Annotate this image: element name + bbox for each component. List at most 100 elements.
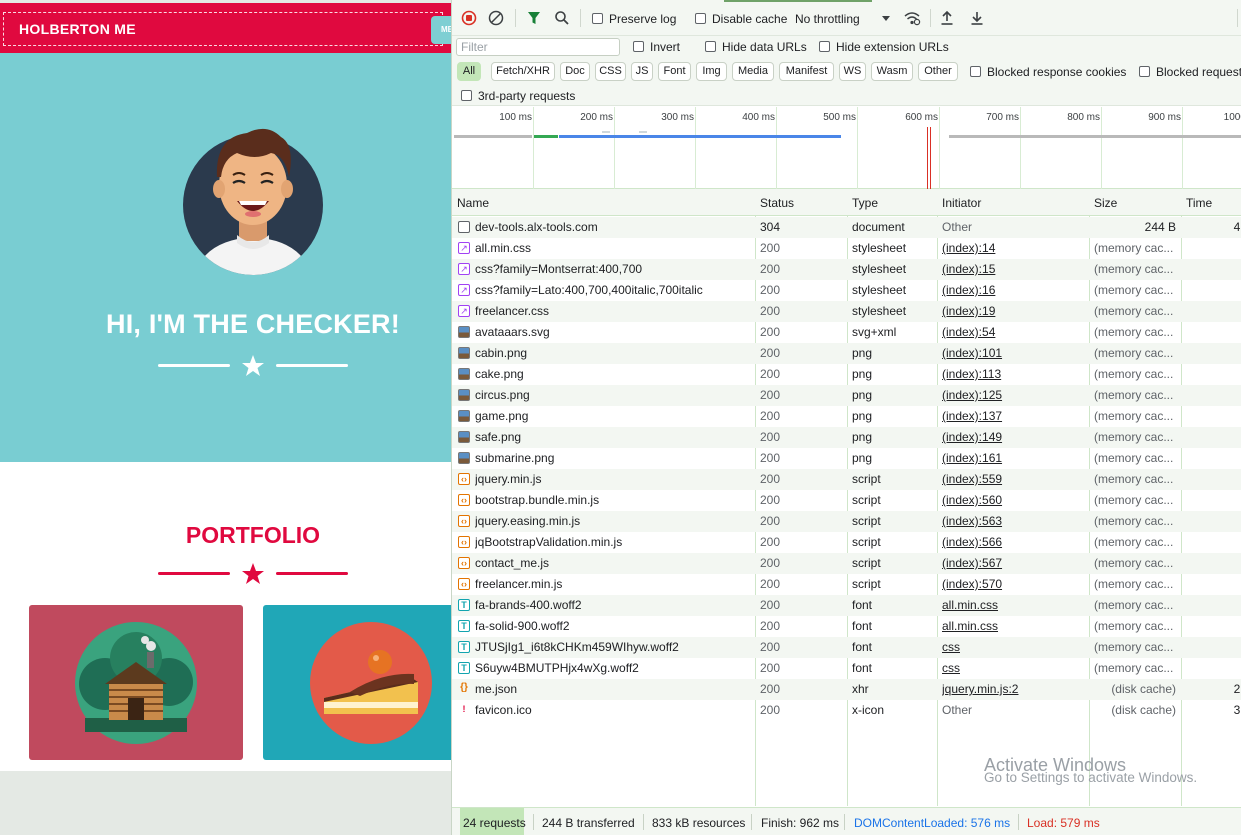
request-initiator[interactable]: (index):14 xyxy=(942,241,1088,255)
table-row[interactable]: T S6uyw4BMUTPHjx4wXg.woff2 200 font css (memo… xyxy=(452,658,1241,679)
request-initiator[interactable]: all.min.css xyxy=(942,598,1088,612)
table-row[interactable]: avataaars.svg 200 svg+xml (index):54 (memory… xyxy=(452,322,1241,343)
request-initiator[interactable]: jquery.min.js:2 xyxy=(942,682,1088,696)
request-name[interactable]: freelancer.css xyxy=(475,304,752,318)
invert-checkbox[interactable] xyxy=(633,41,644,52)
hide-data-urls-checkbox[interactable] xyxy=(705,41,716,52)
request-name[interactable]: jquery.min.js xyxy=(475,472,752,486)
column-header-type[interactable]: Type xyxy=(852,196,878,210)
request-name[interactable]: css?family=Montserrat:400,700 xyxy=(475,262,752,276)
table-row[interactable]: Tfa-solid-900.woff2 200 font all.min.css (me… xyxy=(452,616,1241,637)
filter-input[interactable] xyxy=(456,38,620,56)
table-row[interactable]: ↗ freelancer.css 200 stylesheet (index):19 (m… xyxy=(452,301,1241,322)
request-initiator[interactable]: (index):137 xyxy=(942,409,1088,423)
request-initiator[interactable]: (index):101 xyxy=(942,346,1088,360)
network-conditions-icon[interactable] xyxy=(903,9,921,27)
request-initiator[interactable]: (index):113 xyxy=(942,367,1088,381)
brand-link[interactable]: HOLBERTON ME xyxy=(3,12,443,46)
request-name[interactable]: game.png xyxy=(475,409,752,423)
request-initiator[interactable]: (index):566 xyxy=(942,535,1088,549)
type-filter-img[interactable]: Img xyxy=(696,62,727,81)
table-row[interactable]: ‹› jquery.min.js 200 script (index):559 (memo… xyxy=(452,469,1241,490)
request-name[interactable]: fa-solid-900.woff2 xyxy=(475,619,752,633)
table-row[interactable]: ! favicon.ico 200 x-icon Other (disk cache) 31 xyxy=(452,700,1241,721)
request-name[interactable]: JTUSjIg1_i6t8kCHKm459WIhyw.woff2 xyxy=(475,640,752,654)
table-row[interactable]: T JTUSjIg1_i6t8kCHKm459WIhyw.woff2 200 font… xyxy=(452,637,1241,658)
request-name[interactable]: dev-tools.alx-tools.com xyxy=(475,220,752,234)
request-name[interactable]: all.min.css xyxy=(475,241,752,255)
request-name[interactable]: fa-brands-400.woff2 xyxy=(475,598,752,612)
type-filter-font[interactable]: Font xyxy=(658,62,691,81)
type-filter-all[interactable]: All xyxy=(457,62,481,81)
table-row[interactable]: ‹› contact_me.js 200 script (index):567 (memo… xyxy=(452,553,1241,574)
request-name[interactable]: css?family=Lato:400,700,400italic,700ita… xyxy=(475,283,752,297)
table-row[interactable]: ↗ css?family=Montserrat:400,700 200 stylesh… xyxy=(452,259,1241,280)
blocked-requests-checkbox[interactable] xyxy=(1139,66,1150,77)
request-initiator[interactable]: (index):567 xyxy=(942,556,1088,570)
table-row[interactable]: ↗ css?family=Lato:400,700,400italic,700it… xyxy=(452,280,1241,301)
filter-icon[interactable] xyxy=(525,9,543,27)
preserve-log-checkbox[interactable] xyxy=(592,13,603,24)
request-name[interactable]: favicon.ico xyxy=(475,703,752,717)
table-row[interactable]: circus.png 200 png (index):125 (memory cac..… xyxy=(452,385,1241,406)
disable-cache-checkbox[interactable] xyxy=(695,13,706,24)
network-overview-timeline[interactable]: 100 ms 200 ms 300 ms 400 ms 500 ms 600 m… xyxy=(452,107,1241,189)
type-filter-js[interactable]: JS xyxy=(631,62,653,81)
request-name[interactable]: jquery.easing.min.js xyxy=(475,514,752,528)
portfolio-item-cabin[interactable] xyxy=(29,605,243,760)
chevron-down-icon[interactable] xyxy=(877,9,895,27)
request-name[interactable]: me.json xyxy=(475,682,752,696)
table-row[interactable]: submarine.png 200 png (index):161 (memory ca… xyxy=(452,448,1241,469)
request-initiator[interactable]: all.min.css xyxy=(942,619,1088,633)
column-header-time[interactable]: Time xyxy=(1186,196,1212,210)
request-name[interactable]: freelancer.min.js xyxy=(475,577,752,591)
export-har-icon[interactable] xyxy=(968,9,986,27)
type-filter-fetch-xhr[interactable]: Fetch/XHR xyxy=(491,62,555,81)
request-initiator[interactable]: (index):161 xyxy=(942,451,1088,465)
table-row[interactable]: ‹› freelancer.min.js 200 script (index):570 (… xyxy=(452,574,1241,595)
request-initiator[interactable]: (index):125 xyxy=(942,388,1088,402)
request-name[interactable]: jqBootstrapValidation.min.js xyxy=(475,535,752,549)
table-row[interactable]: ↗ all.min.css 200 stylesheet (index):14 (memo… xyxy=(452,238,1241,259)
table-row[interactable]: ‹› bootstrap.bundle.min.js 200 script (index… xyxy=(452,490,1241,511)
table-row[interactable]: dev-tools.alx-tools.com 304 document Other 2… xyxy=(452,217,1241,238)
clear-icon[interactable] xyxy=(487,9,505,27)
record-stop-icon[interactable] xyxy=(460,9,478,27)
request-initiator[interactable]: (index):563 xyxy=(942,514,1088,528)
type-filter-wasm[interactable]: Wasm xyxy=(871,62,913,81)
throttling-select[interactable]: No throttling xyxy=(795,12,860,26)
request-name[interactable]: bootstrap.bundle.min.js xyxy=(475,493,752,507)
request-initiator[interactable]: css xyxy=(942,661,1088,675)
request-initiator[interactable]: (index):19 xyxy=(942,304,1088,318)
column-header-initiator[interactable]: Initiator xyxy=(942,196,981,210)
blocked-cookies-checkbox[interactable] xyxy=(970,66,981,77)
type-filter-other[interactable]: Other xyxy=(918,62,958,81)
table-row[interactable]: cabin.png 200 png (index):101 (memory cac... xyxy=(452,343,1241,364)
table-row[interactable]: cake.png 200 png (index):113 (memory cac... xyxy=(452,364,1241,385)
type-filter-media[interactable]: Media xyxy=(732,62,774,81)
table-row[interactable]: ‹› jquery.easing.min.js 200 script (index):5… xyxy=(452,511,1241,532)
type-filter-doc[interactable]: Doc xyxy=(560,62,590,81)
request-name[interactable]: S6uyw4BMUTPHjx4wXg.woff2 xyxy=(475,661,752,675)
type-filter-ws[interactable]: WS xyxy=(839,62,866,81)
request-initiator[interactable]: (index):560 xyxy=(942,493,1088,507)
menu-toggle-button[interactable]: ME xyxy=(431,16,451,44)
type-filter-manifest[interactable]: Manifest xyxy=(779,62,834,81)
request-name[interactable]: cabin.png xyxy=(475,346,752,360)
column-header-status[interactable]: Status xyxy=(760,196,794,210)
table-row[interactable]: safe.png 200 png (index):149 (memory cac... xyxy=(452,427,1241,448)
import-har-icon[interactable] xyxy=(938,9,956,27)
request-initiator[interactable]: (index):149 xyxy=(942,430,1088,444)
table-row[interactable]: Tfa-brands-400.woff2 200 font all.min.css (m… xyxy=(452,595,1241,616)
table-row[interactable]: game.png 200 png (index):137 (memory cac... xyxy=(452,406,1241,427)
column-header-size[interactable]: Size xyxy=(1094,196,1117,210)
request-initiator[interactable]: (index):54 xyxy=(942,325,1088,339)
request-initiator[interactable]: (index):570 xyxy=(942,577,1088,591)
request-name[interactable]: avataaars.svg xyxy=(475,325,752,339)
search-icon[interactable] xyxy=(553,9,571,27)
request-name[interactable]: safe.png xyxy=(475,430,752,444)
type-filter-css[interactable]: CSS xyxy=(595,62,626,81)
table-row[interactable]: ‹› jqBootstrapValidation.min.js 200 script (… xyxy=(452,532,1241,553)
column-header-name[interactable]: Name xyxy=(457,196,489,210)
request-name[interactable]: contact_me.js xyxy=(475,556,752,570)
